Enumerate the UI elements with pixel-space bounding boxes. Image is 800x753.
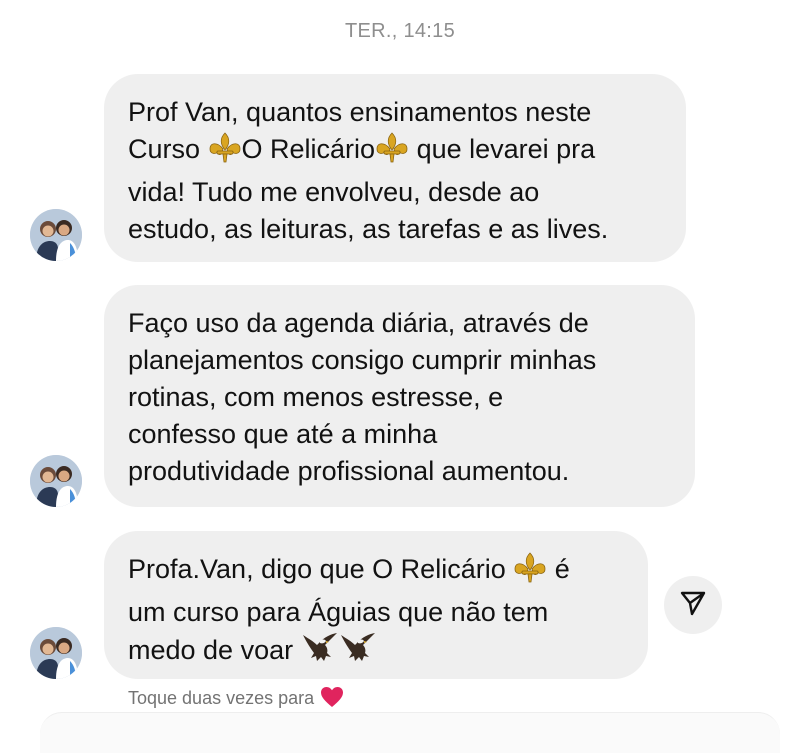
message-line: Prof Van, quantos ensinamentos neste	[128, 97, 592, 127]
message-line: um curso para Águias que não tem	[128, 597, 549, 627]
message-line: Faço uso da agenda diária, através de	[128, 308, 589, 338]
fleur-de-lis-icon	[513, 552, 547, 594]
message-bubble[interactable]: Prof Van, quantos ensinamentos neste Cur…	[104, 74, 686, 262]
sender-avatar[interactable]	[30, 455, 82, 507]
message-line: Curso O Relicário que levarei pra	[128, 131, 662, 174]
heart-icon[interactable]	[320, 686, 344, 713]
message-text: Curso	[128, 134, 208, 164]
message-line: estudo, as leituras, as tarefas e as liv…	[128, 214, 609, 244]
double-tap-hint: Toque duas vezes para	[128, 686, 344, 713]
message-text: que levarei pra	[409, 134, 596, 164]
fleur-de-lis-icon	[375, 132, 409, 174]
message-text: é	[547, 554, 570, 584]
conversation-timestamp: TER., 14:15	[344, 20, 456, 42]
eagle-icon	[339, 631, 377, 675]
message-composer[interactable]	[40, 712, 780, 753]
message-line: produtividade profissional aumentou.	[128, 456, 570, 486]
message-line: confesso que até a minha	[128, 419, 438, 449]
message-line: medo de voar	[128, 631, 624, 675]
sender-avatar[interactable]	[30, 627, 82, 679]
hint-text: Toque duas vezes para	[128, 688, 315, 708]
message-text: Profa.Van, digo que O Relicário	[128, 554, 514, 584]
sender-avatar[interactable]	[30, 209, 82, 261]
eagle-icon	[301, 631, 339, 675]
message-line: vida! Tudo me envolveu, desde ao	[128, 177, 540, 207]
message-bubble[interactable]: Faço uso da agenda diária, através de pl…	[104, 285, 695, 507]
message-line: planejamentos consigo cumprir minhas	[128, 345, 597, 375]
fleur-de-lis-icon	[208, 132, 242, 174]
message-line: Profa.Van, digo que O Relicário é	[128, 551, 624, 594]
message-line: rotinas, com menos estresse, e	[128, 382, 504, 412]
message-text: O Relicário	[241, 134, 376, 164]
message-bubble[interactable]: Profa.Van, digo que O Relicário é um cur…	[104, 531, 648, 679]
message-text: medo de voar	[128, 635, 301, 665]
paper-plane-icon	[680, 590, 706, 621]
share-message-button[interactable]	[664, 576, 722, 634]
